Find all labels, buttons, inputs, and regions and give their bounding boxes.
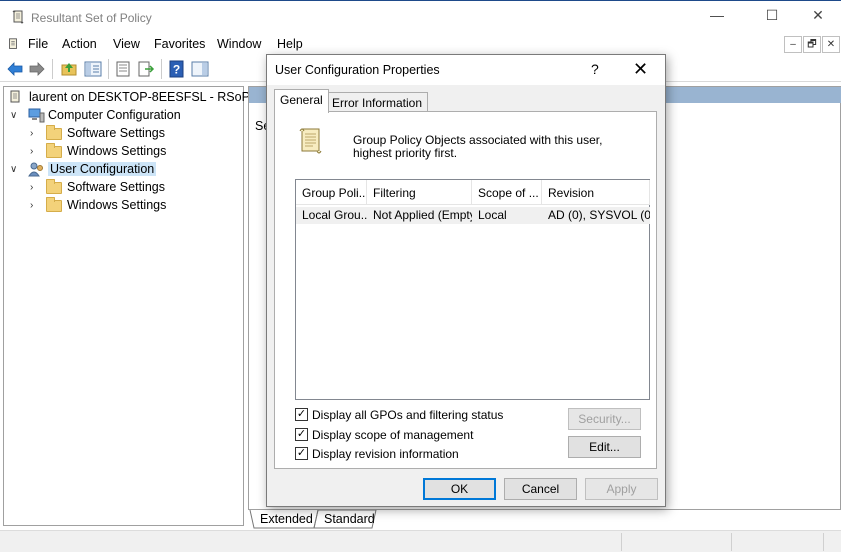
help-icon[interactable]: ? [168,60,186,78]
mdi-close-button[interactable]: ✕ [822,36,840,53]
checkbox-label: Display all GPOs and filtering status [312,408,504,422]
folder-icon [46,179,62,194]
tree-item-label: Windows Settings [67,144,167,158]
menu-view[interactable]: View [113,37,140,51]
menu-help[interactable]: Help [277,37,303,51]
chevron-down-icon[interactable]: ∨ [10,164,17,175]
checkbox-label: Display scope of management [312,428,474,442]
menu-favorites[interactable]: Favorites [154,37,205,51]
table-cell[interactable]: AD (0), SYSVOL (0) [542,207,650,224]
tree-item-label: Software Settings [67,126,165,140]
policy-scroll-icon [299,128,322,154]
gpo-list[interactable]: Group Poli... Filtering Scope of ... Rev… [295,179,650,400]
dialog-titlebar: User Configuration Properties ? ✕ [267,55,665,85]
tree-item-label: Software Settings [67,180,165,194]
status-segment [823,533,824,551]
column-header-group-policy[interactable]: Group Poli... [296,180,367,205]
console-tree: laurent on DESKTOP-8EESFSL - RSoP ∨ Comp… [3,86,250,526]
table-cell[interactable]: Local Grou... [296,207,367,224]
column-header-filtering[interactable]: Filtering [367,180,472,205]
toolbar-separator [52,59,53,79]
computer-icon [28,108,45,123]
menu-file[interactable]: File [28,37,48,51]
checkbox-label: Display revision information [312,447,459,461]
export-list-icon[interactable] [137,60,155,78]
tree-item-label: User Configuration [48,162,157,176]
chevron-right-icon[interactable]: › [30,182,33,193]
minimize-button[interactable]: — [702,7,732,27]
tab-general[interactable]: General [274,89,329,113]
status-segment [621,533,622,551]
display-all-gpos-checkbox[interactable]: ✓ [295,408,308,421]
status-segment [731,533,732,551]
view-tabs: Extended Standard [248,510,841,530]
toolbar-separator [161,59,162,79]
chevron-right-icon[interactable]: › [30,128,33,139]
window-title: Resultant Set of Policy [31,11,152,25]
dialog-title: User Configuration Properties [275,63,440,77]
chevron-down-icon[interactable]: ∨ [10,110,17,121]
dialog-description: Group Policy Objects associated with thi… [353,133,603,160]
column-header-revision[interactable]: Revision [542,180,650,205]
close-button[interactable]: ✕ [803,7,833,27]
up-folder-icon[interactable] [60,60,78,78]
menu-action[interactable]: Action [62,37,97,51]
menu-bar: File Action View Favorites Window Help –… [0,33,841,55]
mdi-restore-button[interactable]: 🗗 [803,36,821,53]
toolbar-separator [108,59,109,79]
chevron-right-icon[interactable]: › [30,200,33,211]
properties-icon[interactable] [114,60,132,78]
display-revision-checkbox[interactable]: ✓ [295,447,308,460]
general-tab-panel: Group Policy Objects associated with thi… [274,111,657,469]
status-bar [0,530,841,552]
rsop-scroll-icon [12,10,24,24]
tree-item-label: Computer Configuration [48,108,181,122]
properties-dialog: User Configuration Properties ? ✕ Genera… [266,54,666,507]
users-icon [28,162,43,177]
display-scope-checkbox[interactable]: ✓ [295,428,308,441]
folder-icon [46,125,62,140]
ok-button[interactable]: OK [423,478,496,500]
folder-icon [46,143,62,158]
tab-standard[interactable]: Standard [324,510,375,529]
maximize-button[interactable]: ☐ [757,7,787,27]
forward-icon[interactable] [28,60,46,78]
table-cell[interactable]: Not Applied (Empty) [367,207,472,224]
table-cell[interactable]: Local [472,207,542,224]
dialog-close-button[interactable]: ✕ [633,59,648,80]
rsop-scroll-icon[interactable] [6,37,20,51]
apply-button[interactable]: Apply [585,478,658,500]
back-icon[interactable] [6,60,24,78]
chevron-right-icon[interactable]: › [30,146,33,157]
cancel-button[interactable]: Cancel [504,478,577,500]
menu-window[interactable]: Window [217,37,261,51]
tab-extended[interactable]: Extended [260,510,313,529]
show-hide-tree-icon[interactable] [84,60,102,78]
mdi-minimize-button[interactable]: – [784,36,802,53]
folder-icon [46,197,62,212]
dialog-help-button[interactable]: ? [591,61,599,77]
window-titlebar: Resultant Set of Policy — ☐ ✕ [0,0,841,33]
tree-item-label: Windows Settings [67,198,167,212]
column-header-scope[interactable]: Scope of ... [472,180,542,205]
rsop-scroll-icon [10,90,20,103]
action-pane-icon[interactable] [191,60,209,78]
tab-error-information[interactable]: Error Information [326,92,429,113]
security-button[interactable]: Security... [568,408,641,430]
svg-text:?: ? [173,63,180,77]
tree-root-label: laurent on DESKTOP-8EESFSL - RSoP [29,90,250,104]
edit-button[interactable]: Edit... [568,436,641,458]
